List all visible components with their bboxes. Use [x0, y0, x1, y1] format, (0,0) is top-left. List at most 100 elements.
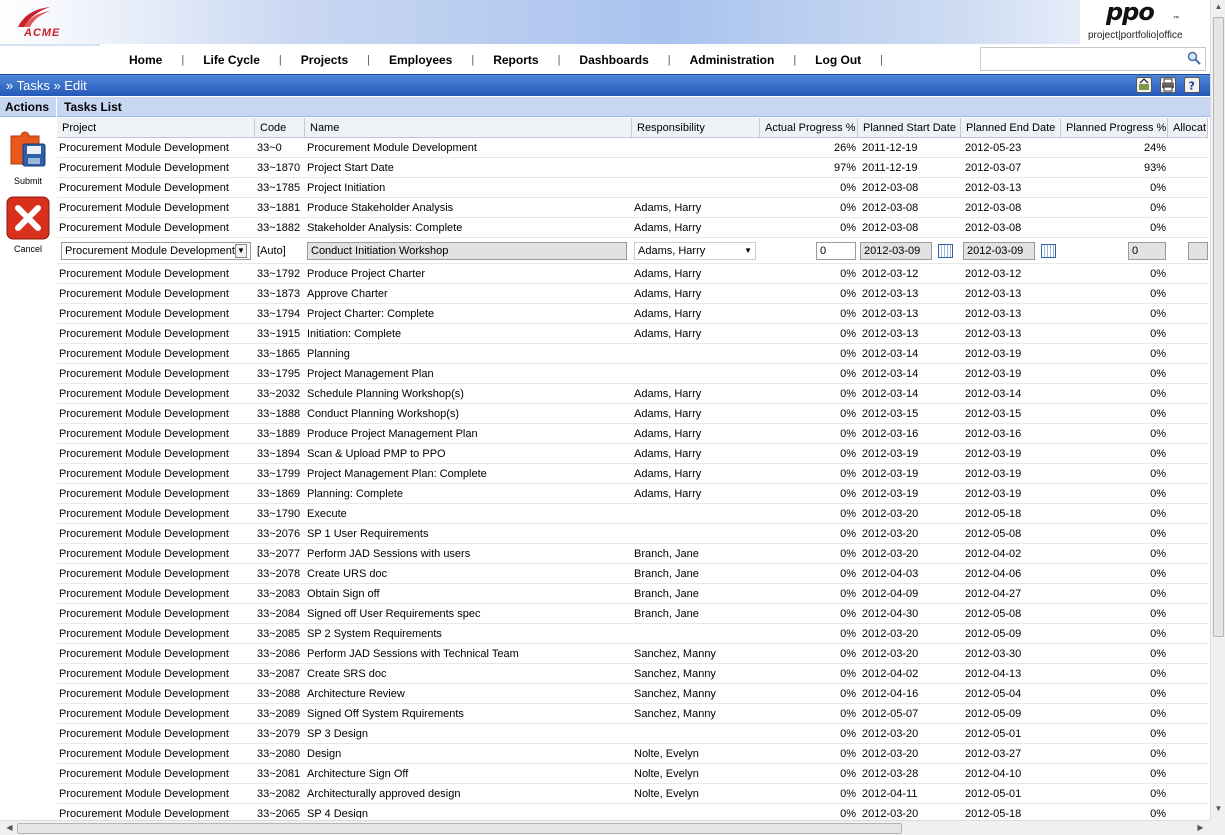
- horizontal-scrollbar[interactable]: ◀ ▶: [0, 820, 1210, 835]
- cell-code: 33~2076: [257, 527, 301, 540]
- chevron-down-icon[interactable]: ▼: [234, 243, 247, 258]
- cell-actual-progress: 0%: [840, 407, 856, 420]
- table-row[interactable]: Procurement Module Development 33~1888 Con…: [57, 404, 1208, 424]
- table-row[interactable]: Procurement Module Development 33~1795 Pro…: [57, 364, 1208, 384]
- table-row[interactable]: Procurement Module Development 33~2087 Cre…: [57, 664, 1208, 684]
- scroll-left-icon[interactable]: ◀: [2, 823, 17, 832]
- table-row[interactable]: Procurement Module Development 33~2076 SP …: [57, 524, 1208, 544]
- table-row[interactable]: Procurement Module Development 33~2032 Sch…: [57, 384, 1208, 404]
- help-icon[interactable]: ?: [1184, 77, 1200, 93]
- task-name-input[interactable]: Conduct Initiation Workshop: [307, 241, 627, 260]
- table-row[interactable]: Procurement Module Development 33~1792 Pro…: [57, 264, 1208, 284]
- table-row[interactable]: Procurement Module Development 33~2065 SP …: [57, 804, 1208, 819]
- nav-employees[interactable]: Employees: [370, 53, 471, 67]
- planned-progress-input[interactable]: 0: [1128, 241, 1166, 260]
- cell-name: Initiation: Complete: [307, 327, 402, 340]
- table-row[interactable]: Procurement Module Development 33~1894 Sca…: [57, 444, 1208, 464]
- cell-planned-start: 2012-04-30: [862, 607, 919, 620]
- vertical-scroll-thumb[interactable]: [1213, 17, 1224, 637]
- table-row[interactable]: Procurement Module Development 33~1790 Exe…: [57, 504, 1208, 524]
- table-row[interactable]: Procurement Module Development 33~2081 Arc…: [57, 764, 1208, 784]
- cell-project: Procurement Module Development: [59, 221, 229, 234]
- actual-progress-input[interactable]: 0: [816, 241, 856, 260]
- table-row[interactable]: Procurement Module Development 33~2084 Sig…: [57, 604, 1208, 624]
- column-header-planned-start[interactable]: Planned Start Date: [858, 118, 961, 137]
- scroll-up-icon[interactable]: ▲: [1211, 2, 1225, 17]
- acme-logo[interactable]: ACME: [10, 3, 80, 41]
- column-header-code[interactable]: Code: [255, 118, 305, 137]
- nav-dashboards[interactable]: Dashboards: [560, 53, 667, 67]
- calendar-icon[interactable]: [1041, 243, 1056, 258]
- cell-planned-end: 2012-03-19: [965, 447, 1022, 460]
- table-row[interactable]: Procurement Module Development 33~0 Procur…: [57, 138, 1208, 158]
- cell-project: Procurement Module Development: [59, 407, 229, 420]
- table-row[interactable]: Procurement Module Development 33~2077 Per…: [57, 544, 1208, 564]
- nav-life-cycle[interactable]: Life Cycle: [184, 53, 279, 67]
- column-header-name[interactable]: Name: [305, 118, 632, 137]
- cell-name: Stakeholder Analysis: Complete: [307, 221, 463, 234]
- calendar-icon[interactable]: [938, 243, 953, 258]
- nav-log-out[interactable]: Log Out: [796, 53, 880, 67]
- export-icon[interactable]: [1136, 77, 1152, 93]
- table-row[interactable]: Procurement Module Development 33~2088 Arc…: [57, 684, 1208, 704]
- table-row[interactable]: Procurement Module Development 33~2083 Obt…: [57, 584, 1208, 604]
- table-row[interactable]: Procurement Module Development 33~2079 SP …: [57, 724, 1208, 744]
- table-row[interactable]: Procurement Module Development 33~2082 Arc…: [57, 784, 1208, 804]
- cell-name: SP 2 System Requirements: [307, 627, 442, 640]
- table-row[interactable]: Procurement Module Development 33~1869 Pla…: [57, 484, 1208, 504]
- responsibility-select[interactable]: Adams, Harry ▼: [634, 241, 756, 260]
- column-header-allocation[interactable]: Allocat: [1168, 118, 1208, 137]
- cancel-button[interactable]: Cancel: [4, 196, 52, 254]
- allocation-input[interactable]: [1188, 241, 1208, 260]
- cell-planned-progress: 0%: [1150, 667, 1166, 680]
- cell-planned-end: 2012-04-27: [965, 587, 1022, 600]
- column-header-project[interactable]: Project: [57, 118, 255, 137]
- table-row[interactable]: Procurement Module Development 33~2080 Des…: [57, 744, 1208, 764]
- cell-name: Architecturally approved design: [307, 787, 461, 800]
- column-header-planned-progress[interactable]: Planned Progress %: [1061, 118, 1168, 137]
- table-row[interactable]: Procurement Module Development 33~1881 Pro…: [57, 198, 1208, 218]
- cell-code: 33~2065: [257, 807, 301, 819]
- submit-button[interactable]: Submit: [4, 122, 52, 186]
- cell-planned-start: 2012-04-11: [862, 787, 918, 800]
- table-row[interactable]: Procurement Module Development 33~1799 Pro…: [57, 464, 1208, 484]
- cell-planned-progress: 0%: [1150, 427, 1166, 440]
- table-row[interactable]: Procurement Module Development 33~1865 Pla…: [57, 344, 1208, 364]
- search-icon[interactable]: [1187, 51, 1201, 65]
- table-row[interactable]: Procurement Module Development 33~1882 Sta…: [57, 218, 1208, 238]
- table-row[interactable]: Procurement Module Development 33~1870 Pro…: [57, 158, 1208, 178]
- nav-items: Home | Life Cycle | Projects | Employees | R…: [110, 53, 883, 67]
- chevron-down-icon[interactable]: ▼: [744, 246, 752, 255]
- column-header-planned-end[interactable]: Planned End Date: [961, 118, 1061, 137]
- table-row[interactable]: Procurement Module Development 33~2078 Cre…: [57, 564, 1208, 584]
- vertical-scrollbar[interactable]: ▲ ▼: [1210, 0, 1225, 820]
- table-row[interactable]: Procurement Module Development 33~1794 Pro…: [57, 304, 1208, 324]
- column-header-actual-progress[interactable]: Actual Progress %: [760, 118, 858, 137]
- planned-end-input[interactable]: 2012-03-09: [963, 241, 1035, 260]
- nav-home[interactable]: Home: [110, 53, 181, 67]
- search-input[interactable]: [980, 47, 1206, 71]
- planned-start-input[interactable]: 2012-03-09: [860, 241, 932, 260]
- table-row[interactable]: Procurement Module Development 33~2089 Sig…: [57, 704, 1208, 724]
- cell-planned-progress: 0%: [1150, 387, 1166, 400]
- table-row[interactable]: Procurement Module Development 33~1889 Pro…: [57, 424, 1208, 444]
- cell-actual-progress: 0%: [840, 747, 856, 760]
- cell-planned-end: 2012-03-16: [965, 427, 1022, 440]
- print-icon[interactable]: [1160, 77, 1176, 93]
- table-row[interactable]: Procurement Module Development 33~1785 Pro…: [57, 178, 1208, 198]
- cell-planned-progress: 0%: [1150, 527, 1166, 540]
- table-row[interactable]: Procurement Module Development 33~2085 SP …: [57, 624, 1208, 644]
- scroll-down-icon[interactable]: ▼: [1211, 804, 1225, 819]
- nav-reports[interactable]: Reports: [474, 53, 557, 67]
- nav-administration[interactable]: Administration: [671, 53, 794, 67]
- column-header-responsibility[interactable]: Responsibility: [632, 118, 760, 137]
- nav-projects[interactable]: Projects: [282, 53, 367, 67]
- scroll-right-icon[interactable]: ▶: [1193, 823, 1208, 832]
- project-select[interactable]: Procurement Module Development ▼: [61, 241, 251, 260]
- table-row[interactable]: Procurement Module Development 33~1873 App…: [57, 284, 1208, 304]
- cell-actual-progress: 0%: [840, 667, 856, 680]
- horizontal-scroll-thumb[interactable]: [17, 823, 902, 834]
- ppo-logo[interactable]: ppo ™ project|portfolio|office: [1080, 0, 1210, 44]
- table-row[interactable]: Procurement Module Development 33~2086 Per…: [57, 644, 1208, 664]
- table-row[interactable]: Procurement Module Development 33~1915 Ini…: [57, 324, 1208, 344]
